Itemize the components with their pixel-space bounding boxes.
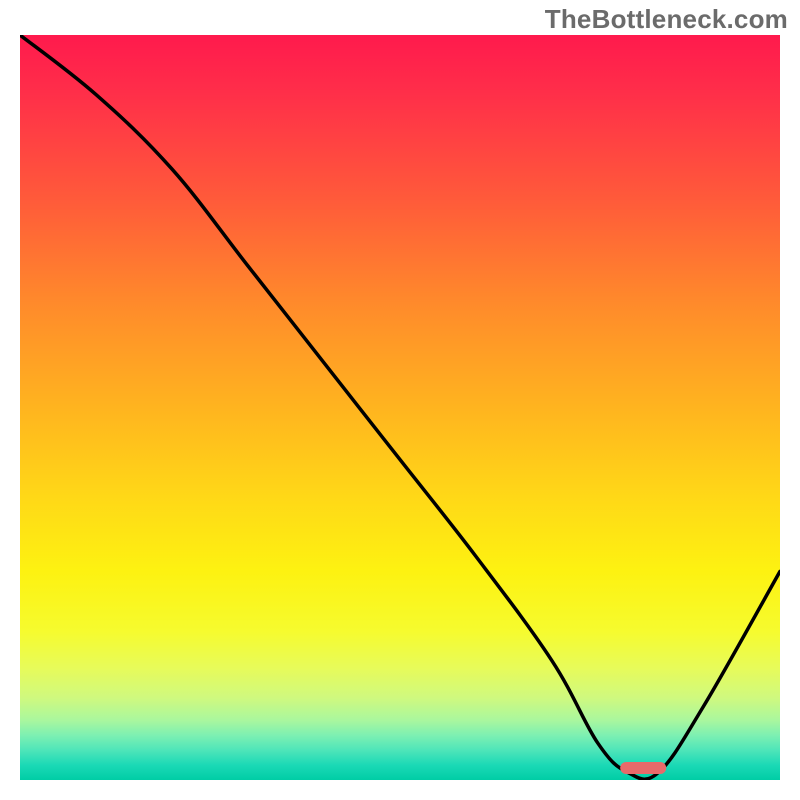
chart-svg: [20, 35, 780, 780]
minimum-marker: [620, 762, 666, 774]
chart-stage: TheBottleneck.com: [0, 0, 800, 800]
watermark-text: TheBottleneck.com: [545, 4, 788, 35]
plot-area: [20, 35, 780, 780]
bottleneck-curve: [20, 35, 780, 779]
